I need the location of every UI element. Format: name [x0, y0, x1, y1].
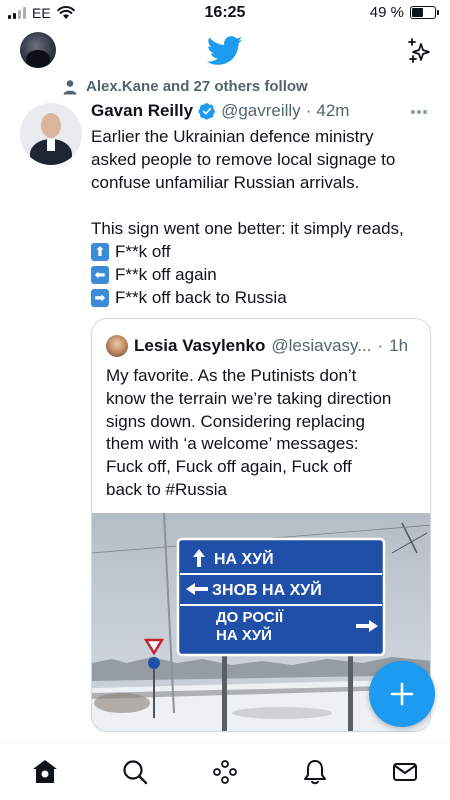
quote-text-line: My favorite. As the Putinists don’t	[106, 366, 357, 385]
status-bar: EE 16:25 49 %	[0, 0, 450, 28]
quote-text-line: Fuck off, Fuck off again, Fuck off	[106, 457, 352, 477]
author-name[interactable]: Gavan Reilly	[91, 101, 193, 121]
sign-row-3a: ДО РОСІЇ	[216, 609, 284, 626]
person-icon	[63, 79, 77, 94]
search-icon[interactable]	[120, 757, 150, 787]
left-arrow-emoji-icon: ⬅	[91, 265, 109, 284]
sign-line-text: F**k off	[115, 242, 171, 261]
status-right: 49 %	[369, 4, 439, 21]
quote-text-line: know the terrain we’re taking direction	[106, 388, 392, 408]
sign-line-text: F**k off back to Russia	[115, 288, 287, 307]
quote-time: 1h	[389, 336, 409, 355]
separator: ·	[305, 101, 312, 120]
bottom-nav	[0, 742, 450, 800]
verified-badge-icon	[198, 103, 215, 120]
sign-line-text: F**k off again	[115, 265, 217, 284]
author-handle[interactable]: @gavreilly	[221, 101, 301, 121]
tweet-text-line: confuse unfamiliar Russian arrivals.	[91, 173, 360, 192]
social-context[interactable]: Alex.Kane and 27 others follow	[62, 78, 308, 95]
quote-author-name: Lesia Vasylenko	[134, 336, 266, 355]
tweet-time[interactable]: 42m	[316, 101, 349, 121]
tweet-header: Gavan Reilly @gavreilly · 42m	[91, 101, 349, 121]
quote-text: My favorite. As the Putinists don’t know…	[106, 365, 424, 502]
sign-line: ⬅ F**k off again	[91, 263, 436, 286]
top-nav	[0, 28, 450, 72]
tweet-text-line: Earlier the Ukrainian defence ministry	[91, 127, 374, 146]
tweet-text-line: This sign went one better: it simply rea…	[91, 219, 404, 238]
battery-icon	[410, 6, 439, 19]
author-avatar[interactable]	[20, 103, 82, 165]
plus-icon	[390, 682, 414, 706]
battery-percent: 49 %	[369, 4, 404, 21]
quote-author-handle: @lesiavasy...	[271, 336, 372, 355]
quote-author-avatar[interactable]	[106, 335, 128, 357]
twitter-bird-icon[interactable]	[207, 36, 243, 66]
spaces-icon[interactable]	[210, 757, 240, 787]
sign-row-2: ЗНОВ НА ХУЙ	[212, 580, 322, 599]
profile-avatar[interactable]	[20, 32, 56, 68]
social-context-text: Alex.Kane and 27 others follow	[86, 78, 308, 95]
tweet-text-line: asked people to remove local signage to	[91, 150, 396, 169]
sign-row-3b: НА ХУЙ	[216, 626, 272, 644]
right-arrow-emoji-icon: ➡	[91, 288, 109, 307]
quote-text-line: signs down. Considering replacing	[106, 411, 365, 431]
more-options-icon[interactable]	[410, 109, 428, 115]
tweet-text: Earlier the Ukrainian defence ministry a…	[91, 125, 436, 309]
sign-line: ⬆ F**k off	[91, 240, 436, 263]
sparkle-icon[interactable]	[404, 36, 434, 66]
home-icon[interactable]	[30, 757, 60, 787]
up-arrow-emoji-icon: ⬆	[91, 242, 109, 261]
messages-icon[interactable]	[390, 757, 420, 787]
compose-tweet-button[interactable]	[369, 661, 435, 727]
separator: ·	[377, 336, 384, 355]
sign-line: ➡ F**k off back to Russia	[91, 286, 436, 309]
quote-text-line: them with ‘a welcome’ messages:	[106, 434, 359, 454]
sign-row-1: НА ХУЙ	[214, 549, 274, 568]
quote-text-line: back to #Russia	[106, 479, 227, 499]
quote-header: Lesia Vasylenko @lesiavasy... · 1h	[106, 335, 408, 357]
notifications-icon[interactable]	[300, 757, 330, 787]
